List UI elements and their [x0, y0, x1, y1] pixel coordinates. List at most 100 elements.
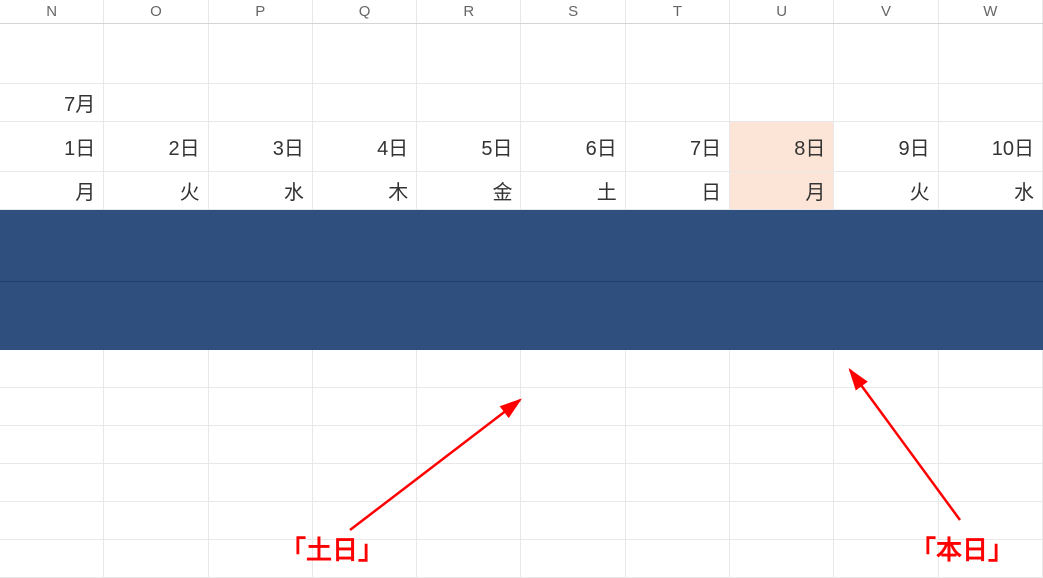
- col-header[interactable]: W: [939, 0, 1043, 23]
- cell-weekend[interactable]: [626, 350, 730, 387]
- cell[interactable]: [939, 84, 1043, 121]
- cell[interactable]: [104, 24, 208, 83]
- cell[interactable]: [417, 350, 521, 387]
- cell[interactable]: [104, 502, 208, 539]
- cell-today[interactable]: 8日: [730, 122, 834, 171]
- cell[interactable]: 2日: [104, 122, 208, 171]
- cell[interactable]: 土: [521, 172, 625, 209]
- cell[interactable]: [626, 24, 730, 83]
- cell[interactable]: [521, 24, 625, 83]
- cell[interactable]: 4日: [313, 122, 417, 171]
- cell[interactable]: [834, 350, 938, 387]
- cell[interactable]: [209, 84, 313, 121]
- cell[interactable]: [313, 426, 417, 463]
- cell[interactable]: [104, 540, 208, 577]
- cell[interactable]: [939, 210, 1043, 281]
- cell[interactable]: [730, 540, 834, 577]
- cell-weekend[interactable]: [626, 464, 730, 501]
- cell-weekend[interactable]: [626, 388, 730, 425]
- cell[interactable]: [417, 426, 521, 463]
- cell[interactable]: [209, 210, 313, 281]
- cell[interactable]: 火: [104, 172, 208, 209]
- cell[interactable]: [834, 84, 938, 121]
- cell[interactable]: [521, 210, 625, 281]
- cell[interactable]: [0, 24, 104, 83]
- cell[interactable]: [209, 24, 313, 83]
- cell-weekend[interactable]: [521, 426, 625, 463]
- cell-today[interactable]: [730, 350, 834, 387]
- cell[interactable]: 金: [417, 172, 521, 209]
- cell[interactable]: [104, 84, 208, 121]
- cell[interactable]: [834, 388, 938, 425]
- cell[interactable]: 水: [939, 172, 1043, 209]
- cell[interactable]: [0, 388, 104, 425]
- cell[interactable]: 7月: [0, 84, 104, 121]
- cell[interactable]: [209, 388, 313, 425]
- cell[interactable]: [730, 282, 834, 350]
- col-header[interactable]: R: [417, 0, 521, 23]
- cell[interactable]: [521, 84, 625, 121]
- cell[interactable]: 5日: [417, 122, 521, 171]
- cell-today[interactable]: 月: [730, 172, 834, 209]
- cell[interactable]: [730, 210, 834, 281]
- cell[interactable]: [417, 388, 521, 425]
- col-header[interactable]: P: [209, 0, 313, 23]
- cell[interactable]: [0, 502, 104, 539]
- cell[interactable]: [626, 210, 730, 281]
- cell[interactable]: [626, 540, 730, 577]
- cell[interactable]: 火: [834, 172, 938, 209]
- cell[interactable]: [521, 540, 625, 577]
- cell[interactable]: [313, 210, 417, 281]
- col-header[interactable]: V: [834, 0, 938, 23]
- cell-today[interactable]: [730, 388, 834, 425]
- cell[interactable]: [939, 282, 1043, 350]
- cell[interactable]: [834, 426, 938, 463]
- cell[interactable]: [0, 540, 104, 577]
- cell[interactable]: [626, 84, 730, 121]
- cell[interactable]: [521, 282, 625, 350]
- col-header[interactable]: Q: [313, 0, 417, 23]
- cell[interactable]: [417, 540, 521, 577]
- cell[interactable]: [313, 282, 417, 350]
- cell[interactable]: [0, 210, 104, 281]
- cell[interactable]: [209, 426, 313, 463]
- cell-today[interactable]: [730, 426, 834, 463]
- cell[interactable]: [417, 84, 521, 121]
- cell[interactable]: 日: [626, 172, 730, 209]
- cell[interactable]: [313, 84, 417, 121]
- col-header[interactable]: T: [626, 0, 730, 23]
- col-header[interactable]: N: [0, 0, 104, 23]
- cell[interactable]: [209, 464, 313, 501]
- cell[interactable]: 水: [209, 172, 313, 209]
- cell[interactable]: 1日: [0, 122, 104, 171]
- cell[interactable]: [730, 24, 834, 83]
- cell[interactable]: [417, 502, 521, 539]
- cell[interactable]: [939, 350, 1043, 387]
- cell[interactable]: [0, 350, 104, 387]
- cell[interactable]: [939, 464, 1043, 501]
- cell[interactable]: [417, 210, 521, 281]
- cell[interactable]: [834, 24, 938, 83]
- cell[interactable]: 月: [0, 172, 104, 209]
- cell[interactable]: 10日: [939, 122, 1043, 171]
- col-header[interactable]: O: [104, 0, 208, 23]
- cell[interactable]: 9日: [834, 122, 938, 171]
- cell[interactable]: [0, 464, 104, 501]
- cell-weekend[interactable]: [521, 502, 625, 539]
- cell-weekend[interactable]: [521, 388, 625, 425]
- cell[interactable]: 7日: [626, 122, 730, 171]
- col-header[interactable]: S: [521, 0, 625, 23]
- cell[interactable]: [417, 282, 521, 350]
- cell[interactable]: [939, 24, 1043, 83]
- cell-today[interactable]: [730, 502, 834, 539]
- cell[interactable]: 6日: [521, 122, 625, 171]
- cell[interactable]: 木: [313, 172, 417, 209]
- cell[interactable]: [0, 426, 104, 463]
- cell[interactable]: [939, 426, 1043, 463]
- cell[interactable]: [730, 84, 834, 121]
- cell-weekend[interactable]: [521, 464, 625, 501]
- cell[interactable]: [626, 282, 730, 350]
- cell-weekend[interactable]: [626, 426, 730, 463]
- cell[interactable]: [104, 282, 208, 350]
- col-header[interactable]: U: [730, 0, 834, 23]
